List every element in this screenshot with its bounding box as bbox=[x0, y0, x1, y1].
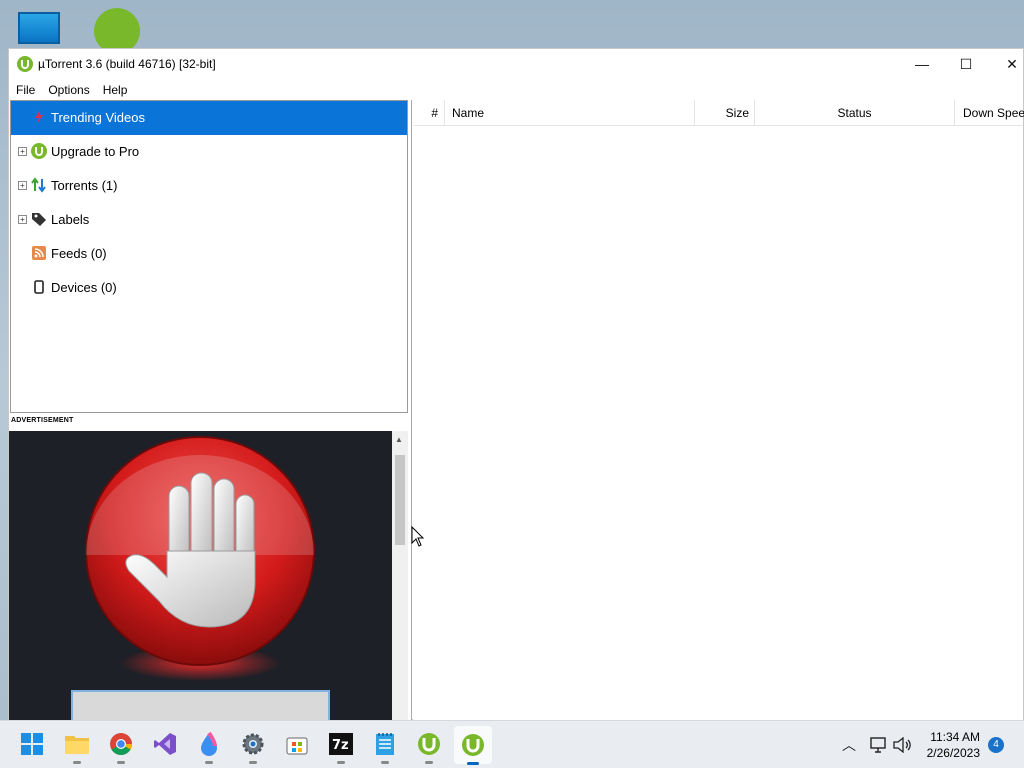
menu-bar: File Options Help bbox=[9, 79, 1023, 99]
desktop-this-pc-icon[interactable] bbox=[18, 12, 60, 44]
rss-icon bbox=[32, 246, 46, 260]
svg-text:7z: 7z bbox=[332, 738, 349, 753]
pane-splitter[interactable] bbox=[408, 100, 412, 721]
sidebar-item-label: Trending Videos bbox=[51, 110, 145, 125]
column-header-number[interactable]: # bbox=[413, 100, 445, 126]
utorrent-icon bbox=[31, 143, 47, 159]
paint-drop-icon[interactable] bbox=[196, 731, 222, 764]
advertisement-banner[interactable] bbox=[9, 431, 392, 721]
sidebar-item-trending-videos[interactable]: Trending Videos bbox=[11, 101, 407, 135]
chevron-up-icon[interactable]: ︿ bbox=[842, 735, 856, 755]
file-explorer-icon[interactable] bbox=[64, 731, 90, 764]
chrome-icon[interactable] bbox=[108, 731, 134, 764]
stop-hand-ad-image bbox=[71, 436, 330, 721]
store-icon[interactable] bbox=[284, 731, 310, 757]
notification-badge[interactable]: 4 bbox=[988, 737, 1004, 753]
sidebar-item-devices[interactable]: Devices (0) bbox=[11, 271, 407, 305]
column-header-size[interactable]: Size bbox=[695, 100, 755, 126]
expand-icon[interactable]: + bbox=[18, 147, 27, 156]
notepad-icon[interactable] bbox=[372, 731, 398, 764]
volume-icon[interactable] bbox=[893, 737, 911, 753]
tag-icon bbox=[32, 213, 46, 226]
column-header-name[interactable]: Name bbox=[445, 100, 695, 126]
taskbar: 7z ︿ 11:34 AM 2/26/2023 4 bbox=[0, 720, 1024, 768]
menu-help[interactable]: Help bbox=[96, 79, 134, 99]
network-icon[interactable] bbox=[869, 737, 887, 753]
sidebar-item-labels[interactable]: + Labels bbox=[11, 203, 407, 237]
system-clock[interactable]: 11:34 AM 2/26/2023 bbox=[927, 729, 980, 761]
settings-icon[interactable] bbox=[240, 731, 266, 764]
clock-time: 11:34 AM bbox=[930, 730, 980, 744]
sidebar-item-label: Upgrade to Pro bbox=[51, 144, 140, 159]
clock-date: 2/26/2023 bbox=[926, 746, 980, 760]
utorrent-logo-icon bbox=[17, 56, 33, 72]
expand-icon[interactable]: + bbox=[18, 181, 27, 190]
utorrent-icon[interactable] bbox=[416, 731, 442, 764]
torrent-list: # Name Size Status Down Speed bbox=[413, 100, 1024, 721]
close-button[interactable]: ✕ bbox=[989, 49, 1024, 79]
minimize-button[interactable]: — bbox=[899, 49, 945, 79]
7zip-icon[interactable]: 7z bbox=[328, 731, 354, 764]
torrents-arrows-icon bbox=[31, 177, 46, 193]
column-header-status[interactable]: Status bbox=[755, 100, 955, 126]
menu-file[interactable]: File bbox=[9, 79, 41, 99]
trending-icon bbox=[35, 110, 43, 124]
sidebar-item-label: Labels bbox=[51, 212, 90, 227]
scrollbar-thumb[interactable] bbox=[395, 455, 405, 545]
visual-studio-icon[interactable] bbox=[152, 731, 178, 757]
sidebar-item-label: Torrents (1) bbox=[51, 178, 118, 193]
mouse-cursor-icon bbox=[411, 526, 425, 547]
title-bar[interactable]: µTorrent 3.6 (build 46716) [32-bit] — ☐ … bbox=[9, 49, 1023, 79]
column-header-down-speed[interactable]: Down Speed bbox=[955, 100, 1024, 126]
ad-scrollbar[interactable]: ▲ bbox=[392, 431, 408, 721]
sidebar-item-upgrade-to-pro[interactable]: + Upgrade to Pro bbox=[11, 135, 407, 169]
sidebar-item-feeds[interactable]: Feeds (0) bbox=[11, 237, 407, 271]
window-title: µTorrent 3.6 (build 46716) [32-bit] bbox=[38, 57, 216, 71]
start-icon[interactable] bbox=[19, 731, 45, 757]
maximize-button[interactable]: ☐ bbox=[943, 49, 989, 79]
utorrent-active-icon[interactable] bbox=[454, 726, 492, 765]
expand-icon[interactable]: + bbox=[18, 215, 27, 224]
sidebar-item-label: Feeds (0) bbox=[51, 246, 107, 261]
list-header: # Name Size Status Down Speed bbox=[413, 100, 1024, 126]
menu-options[interactable]: Options bbox=[41, 79, 95, 99]
device-icon bbox=[34, 280, 44, 294]
sidebar-item-torrents[interactable]: + Torrents (1) bbox=[11, 169, 407, 203]
sidebar-tree: Trending Videos + Upgrade to Pro + Torre… bbox=[10, 100, 408, 413]
advertisement-label: ADVERTISEMENT bbox=[11, 417, 74, 424]
utorrent-window: µTorrent 3.6 (build 46716) [32-bit] — ☐ … bbox=[8, 48, 1024, 721]
sidebar-item-label: Devices (0) bbox=[51, 280, 117, 295]
scroll-up-arrow-icon[interactable]: ▲ bbox=[395, 435, 403, 444]
